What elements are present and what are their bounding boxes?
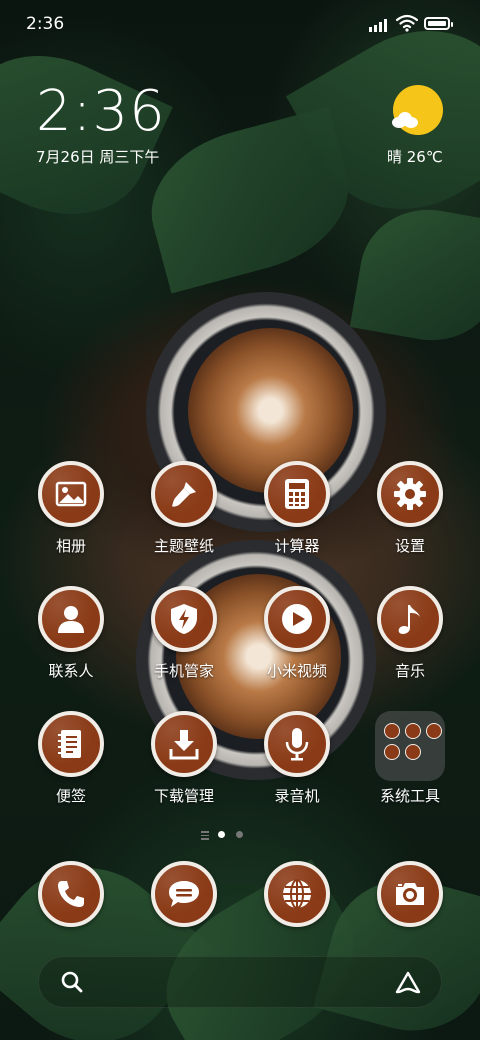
camera-icon (377, 861, 443, 927)
app-themes[interactable]: 主题壁纸 (134, 461, 234, 555)
app-label: 联系人 (48, 662, 94, 680)
app-calculator[interactable]: 计算器 (247, 461, 347, 555)
app-label: 下载管理 (153, 787, 214, 805)
assistant-icon[interactable] (395, 971, 421, 995)
app-label: 小米视频 (266, 662, 327, 680)
dock-camera[interactable] (360, 861, 460, 927)
battery-icon (424, 17, 453, 30)
app-video[interactable]: 小米视频 (247, 586, 347, 680)
brush-icon (151, 461, 217, 527)
search-icon[interactable] (60, 970, 84, 994)
app-downloads[interactable]: 下载管理 (134, 711, 234, 805)
dock-phone[interactable] (21, 861, 121, 927)
app-contacts[interactable]: 联系人 (21, 586, 121, 680)
play-icon (264, 586, 330, 652)
app-security[interactable]: 手机管家 (134, 586, 234, 680)
page-indicator[interactable] (0, 829, 480, 841)
music-note-icon (377, 586, 443, 652)
page-dot-active (218, 831, 225, 838)
dock-messages[interactable] (134, 861, 234, 927)
app-label: 音乐 (394, 662, 425, 680)
app-label: 手机管家 (153, 662, 214, 680)
app-gallery[interactable]: 相册 (21, 461, 121, 555)
folder-icon (375, 711, 445, 781)
status-time: 2:36 (26, 14, 65, 34)
app-settings[interactable]: 设置 (360, 461, 460, 555)
app-label: 计算器 (274, 537, 320, 555)
search-bar[interactable] (38, 956, 442, 1008)
app-label: 主题壁纸 (153, 537, 214, 555)
signal-icon (369, 18, 391, 32)
microphone-icon (264, 711, 330, 777)
phone-icon (38, 861, 104, 927)
status-bar: 2:36 (0, 0, 480, 50)
notes-icon (38, 711, 104, 777)
gallery-icon (38, 461, 104, 527)
app-label: 相册 (55, 537, 86, 555)
download-icon (151, 711, 217, 777)
person-icon (38, 586, 104, 652)
app-music[interactable]: 音乐 (360, 586, 460, 680)
folder-system-tools[interactable]: 系统工具 (360, 711, 460, 805)
app-label: 便签 (55, 787, 86, 805)
app-label: 设置 (394, 537, 425, 555)
dock-browser[interactable] (247, 861, 347, 927)
weather-cloud-icon (392, 112, 418, 128)
app-label: 录音机 (274, 787, 320, 805)
browser-globe-icon (264, 861, 330, 927)
app-notes[interactable]: 便签 (21, 711, 121, 805)
app-label: 系统工具 (379, 787, 440, 805)
page-dot (236, 831, 243, 838)
shield-icon (151, 586, 217, 652)
minus-one-screen-indicator (201, 831, 209, 842)
calculator-icon (264, 461, 330, 527)
gear-icon (377, 461, 443, 527)
date-label[interactable]: 7月26日 周三下午 (36, 146, 159, 167)
message-icon (151, 861, 217, 927)
weather-label[interactable]: 晴 26℃ (387, 146, 443, 167)
wifi-icon (396, 14, 418, 32)
app-recorder[interactable]: 录音机 (247, 711, 347, 805)
clock-widget[interactable]: 2:36 (36, 80, 166, 144)
